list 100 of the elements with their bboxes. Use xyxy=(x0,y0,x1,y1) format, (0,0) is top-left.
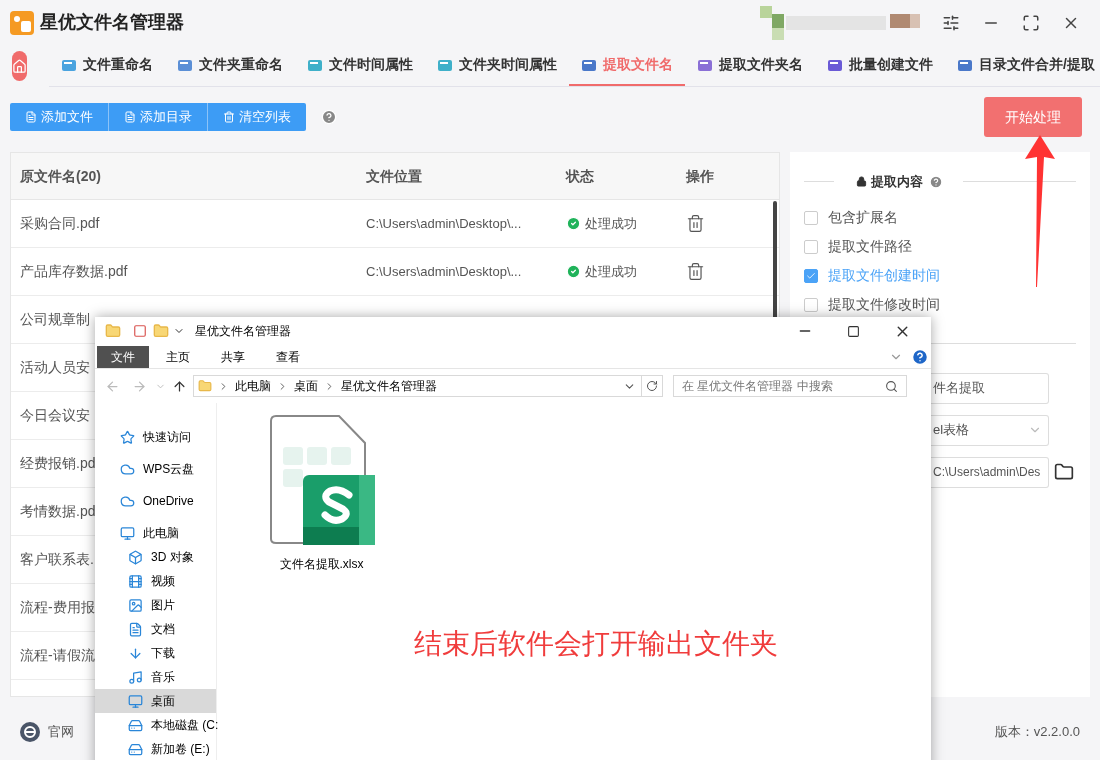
folder-icon[interactable] xyxy=(1054,462,1074,482)
file-icon xyxy=(581,57,597,72)
column-header: 文件位置 xyxy=(366,166,423,186)
cube-icon xyxy=(128,549,143,565)
column-header: 操作 xyxy=(686,166,714,186)
search-icon xyxy=(885,379,898,393)
delete-icon[interactable] xyxy=(686,262,705,281)
checkbox[interactable] xyxy=(804,239,818,254)
star-icon xyxy=(120,429,135,445)
help-icon[interactable] xyxy=(911,347,929,366)
help-icon[interactable] xyxy=(929,174,943,189)
document-icon xyxy=(25,111,37,123)
up-icon[interactable] xyxy=(172,378,187,394)
table-cell: 今日会议安 xyxy=(20,407,90,423)
ribbon-tab[interactable]: 查看 xyxy=(262,345,314,368)
table-cell-text: C:\Users\admin\Desktop\... xyxy=(366,214,523,233)
success-icon xyxy=(566,216,581,231)
table-cell: 采购合同.pdf xyxy=(20,215,100,231)
file-icon xyxy=(437,57,453,72)
tab[interactable]: 目录文件合并/提取 xyxy=(945,45,1100,86)
option-label: 提取文件路径 xyxy=(828,237,912,256)
image-icon xyxy=(128,597,143,613)
nav-item[interactable]: 新加卷 (E:) xyxy=(95,737,216,760)
nav-item[interactable]: 下载 xyxy=(95,641,216,665)
nav-item[interactable]: 文档 xyxy=(95,617,216,641)
file-icon xyxy=(697,57,713,72)
table-cell: 流程-请假流 xyxy=(20,647,95,663)
table-cell: 经费报销.pd xyxy=(20,455,96,471)
address-bar[interactable]: 此电脑 桌面 星优文件名管理器 xyxy=(193,375,663,397)
monitor-icon xyxy=(128,693,143,709)
home-button[interactable] xyxy=(12,51,27,81)
ribbon-tab[interactable]: 主页 xyxy=(152,345,204,368)
drive-icon xyxy=(128,717,143,733)
maximize-icon[interactable] xyxy=(847,324,860,338)
folder-icon xyxy=(153,323,169,339)
table-cell: 考情数据.pd xyxy=(20,503,96,519)
nav-item[interactable]: OneDrive xyxy=(95,489,216,513)
table-cell: 客户联系表. xyxy=(20,551,94,567)
file-icon xyxy=(177,57,193,72)
tab[interactable]: 批量创建文件 xyxy=(815,45,945,86)
music-note-icon xyxy=(128,669,143,685)
success-icon xyxy=(566,264,581,279)
nav-item[interactable]: 此电脑 xyxy=(95,521,216,545)
folder-icon xyxy=(105,323,121,339)
help-icon[interactable] xyxy=(321,109,337,125)
tab[interactable]: 提取文件夹名 xyxy=(685,45,815,86)
table-cell: 产品库存数据.pdf xyxy=(20,263,128,279)
nav-item[interactable]: 音乐 xyxy=(95,665,216,689)
file-icon xyxy=(61,57,77,72)
annotation-text: 结束后软件会打开输出文件夹 xyxy=(414,627,778,661)
status-text: 处理成功 xyxy=(585,262,637,281)
column-header: 原文件名(20) xyxy=(19,166,102,186)
table-cell: 公司规章制 xyxy=(20,311,90,327)
app-title: 星优文件名管理器 xyxy=(40,11,184,34)
nav-item[interactable]: 视频 xyxy=(95,569,216,593)
settings-icon[interactable] xyxy=(942,13,960,32)
app-logo-icon xyxy=(10,10,34,35)
ribbon-tab[interactable]: 文件 xyxy=(97,345,149,368)
tab[interactable]: 文件夹重命名 xyxy=(165,45,295,86)
table-cell: 流程-费用报 xyxy=(20,599,95,615)
document-icon xyxy=(124,111,136,123)
arrow-down-icon xyxy=(128,645,143,661)
film-icon xyxy=(128,573,143,589)
tab[interactable]: 文件时间属性 xyxy=(295,45,425,86)
cloud-icon xyxy=(120,493,135,509)
file-icon xyxy=(827,57,843,72)
table-cell: 活动人员安 xyxy=(20,359,90,375)
cloud-icon xyxy=(120,461,135,477)
check-icon xyxy=(806,270,816,281)
ribbon-tab[interactable]: 共享 xyxy=(207,345,259,368)
lock-icon xyxy=(856,176,867,188)
trash-icon xyxy=(223,111,235,123)
tab[interactable]: 文件重命名 xyxy=(49,45,165,86)
option-label: 包含扩展名 xyxy=(828,208,898,227)
nav-item[interactable]: 图片 xyxy=(95,593,216,617)
nav-item[interactable]: 桌面 xyxy=(95,689,216,713)
file-icon xyxy=(957,57,973,72)
website-link[interactable]: 官网 xyxy=(48,721,74,742)
maximize-icon[interactable] xyxy=(1022,13,1040,32)
nav-item[interactable]: 快速访问 xyxy=(95,425,216,449)
file-icon xyxy=(307,57,323,72)
section-title: 提取内容 xyxy=(871,173,923,191)
nav-item[interactable]: 3D 对象 xyxy=(95,545,216,569)
delete-icon[interactable] xyxy=(686,214,705,233)
status-text: 处理成功 xyxy=(585,214,637,233)
tab[interactable]: 文件夹时间属性 xyxy=(425,45,569,86)
checkbox[interactable] xyxy=(804,297,818,312)
drive-icon xyxy=(128,741,143,757)
window-title: 星优文件名管理器 xyxy=(195,323,291,340)
option-label: 提取文件修改时间 xyxy=(828,295,940,314)
document-icon xyxy=(128,621,143,637)
search-field[interactable]: 在 星优文件名管理器 中搜索 xyxy=(673,375,907,397)
nav-item[interactable]: WPS云盘 xyxy=(95,457,216,481)
column-header: 状态 xyxy=(566,166,595,186)
checkbox[interactable] xyxy=(804,210,818,225)
table-cell-text: C:\Users\admin\Desktop\... xyxy=(366,262,523,281)
nav-item[interactable]: 本地磁盘 (C: xyxy=(95,713,216,737)
version-text: 版本：v2.2.0.0 xyxy=(994,722,1080,741)
monitor-icon xyxy=(120,525,135,541)
checkbox[interactable] xyxy=(804,268,818,283)
